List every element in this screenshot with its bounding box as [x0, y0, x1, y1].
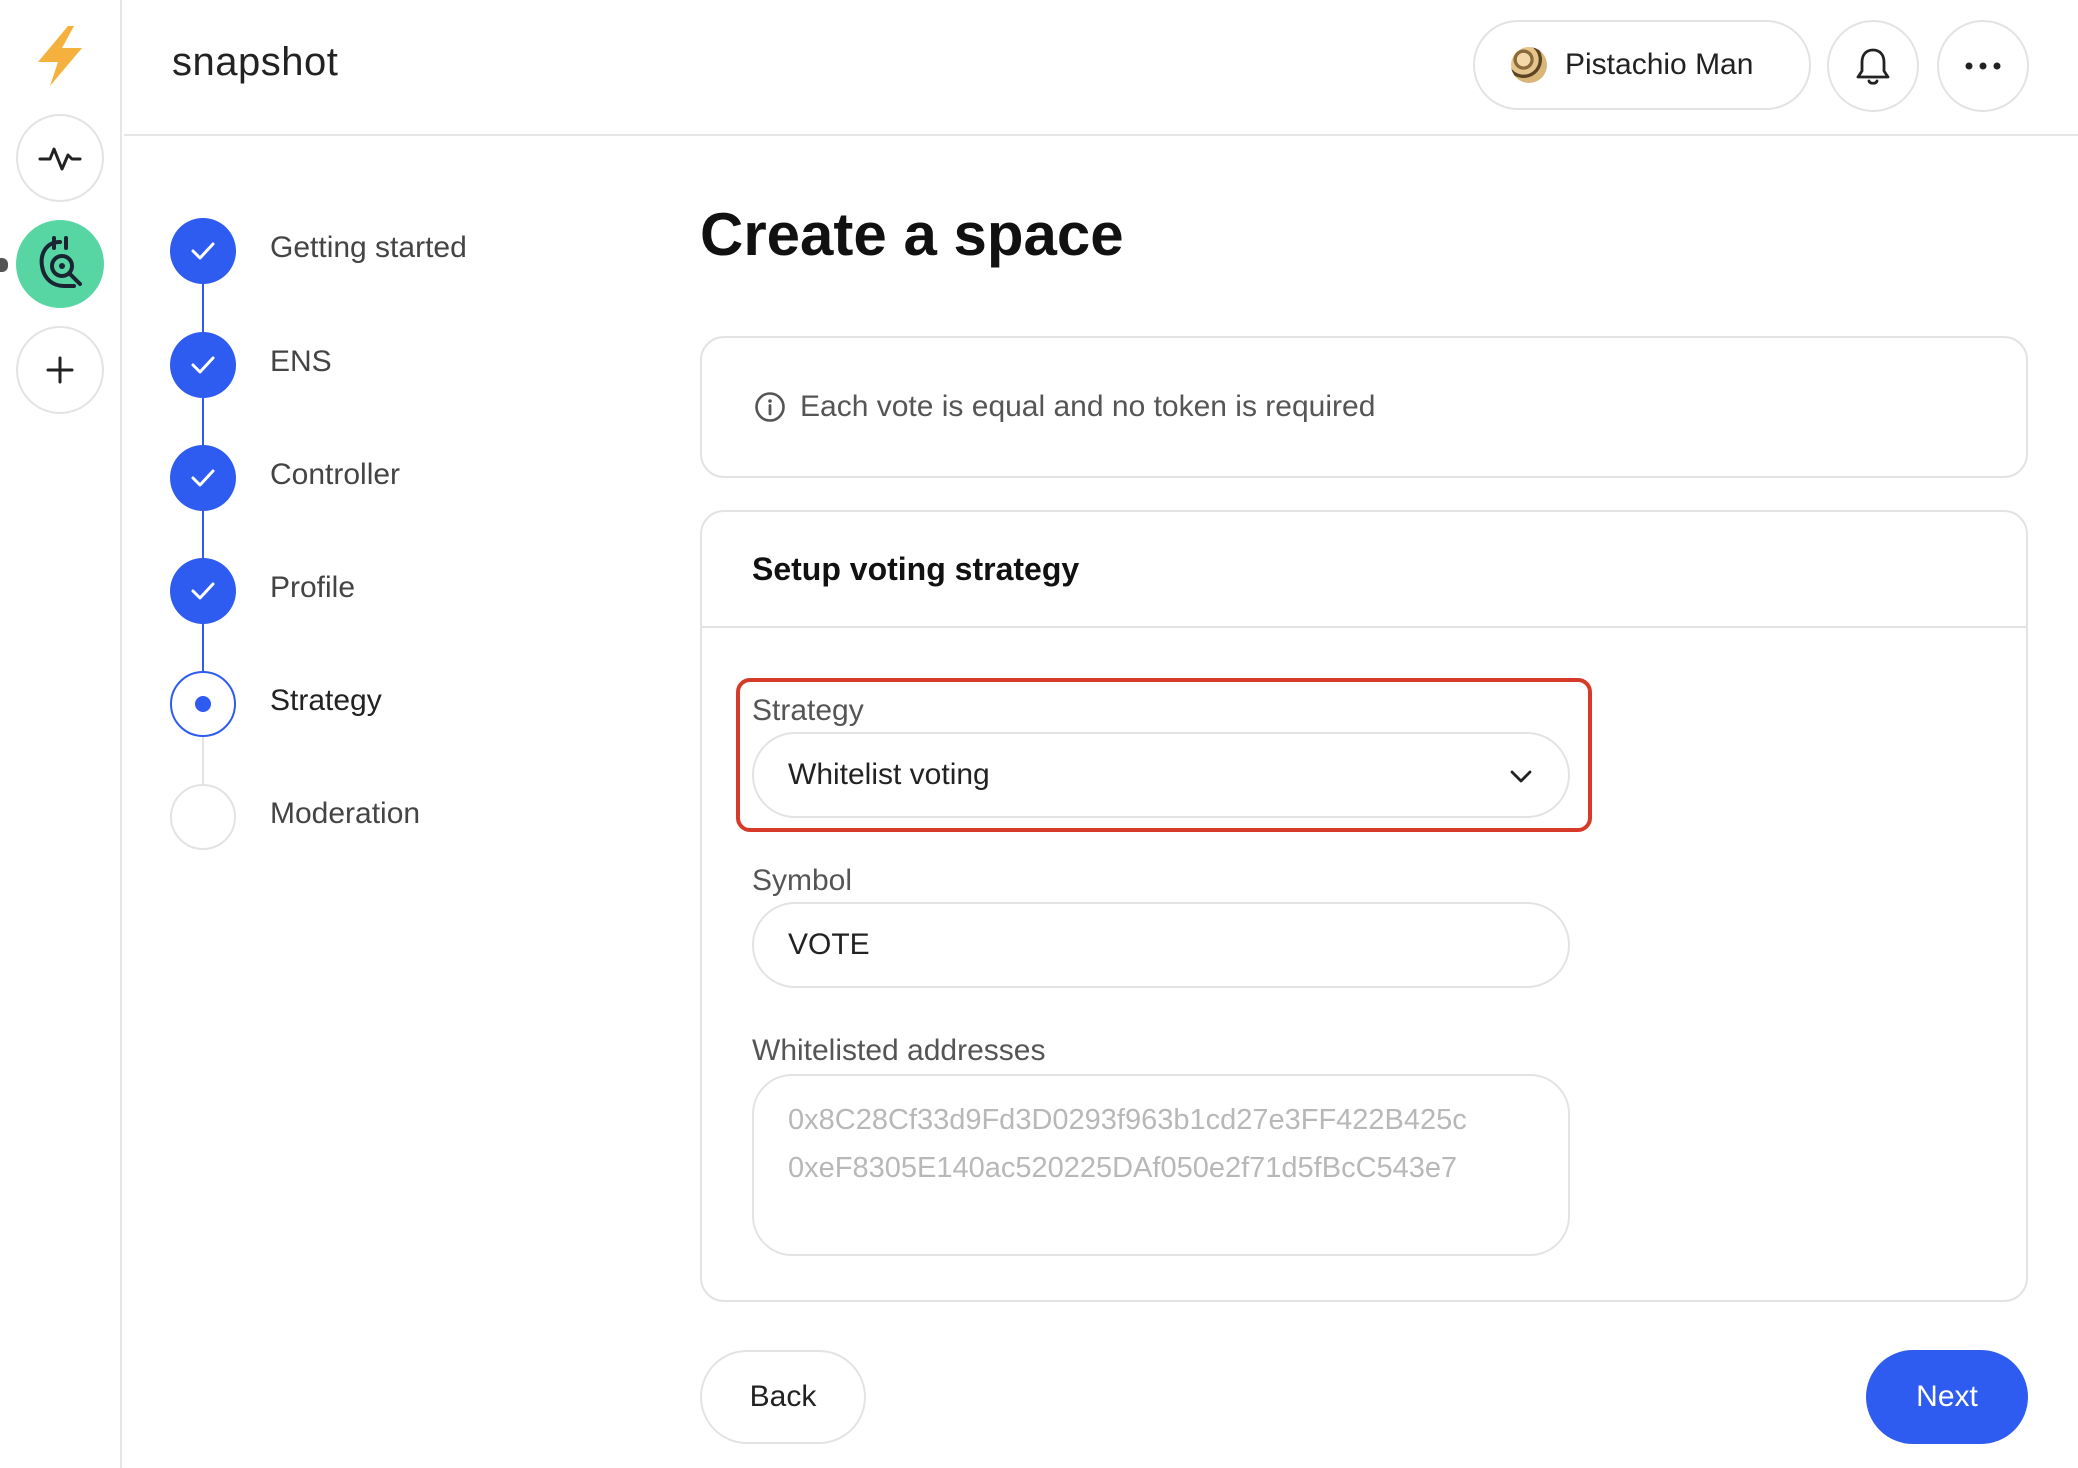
- space-avatar-icon: [39, 236, 82, 288]
- check-icon: [191, 469, 215, 487]
- notifications-button[interactable]: [1827, 20, 1919, 112]
- step-label: ENS: [270, 345, 332, 378]
- step-moderation[interactable]: Moderation: [170, 784, 590, 850]
- plus-icon: [46, 356, 74, 384]
- address-placeholder-line: 0x8C28Cf33d9Fd3D0293f963b1cd27e3FF422B42…: [788, 1104, 1467, 1136]
- check-icon: [191, 242, 215, 260]
- back-button[interactable]: Back: [700, 1350, 866, 1444]
- step-complete-indicator: [170, 332, 236, 398]
- step-label: Moderation: [270, 797, 421, 830]
- card-title: Setup voting strategy: [752, 550, 1080, 587]
- strategy-card: Setup voting strategy Strategy Whitelist…: [700, 510, 2028, 1302]
- step-label: Strategy: [270, 684, 382, 717]
- step-complete-indicator: [170, 445, 236, 511]
- step-connector: [202, 398, 204, 446]
- more-dots-icon: [1965, 62, 2001, 70]
- symbol-input[interactable]: VOTE: [752, 902, 1570, 988]
- whitelisted-addresses-textarea[interactable]: 0x8C28Cf33d9Fd3D0293f963b1cd27e3FF422B42…: [752, 1074, 1570, 1256]
- user-name: Pistachio Man: [1565, 48, 1754, 81]
- step-label: Getting started: [270, 231, 467, 264]
- info-card: Each vote is equal and no token is requi…: [700, 336, 2028, 478]
- add-space-button[interactable]: [16, 326, 104, 414]
- step-label: Profile: [270, 571, 356, 604]
- snapshot-logo-icon[interactable]: [30, 24, 90, 88]
- step-connector: [202, 624, 204, 672]
- strategy-select[interactable]: Whitelist voting: [752, 732, 1570, 818]
- step-connector: [202, 511, 204, 559]
- page-title: Create a space: [700, 201, 1124, 268]
- more-options-button[interactable]: [1937, 20, 2029, 112]
- strategy-label: Strategy: [752, 694, 864, 727]
- step-current-indicator: [170, 671, 236, 737]
- step-pending-indicator: [170, 784, 236, 850]
- bell-icon: [1856, 48, 1890, 85]
- activity-button[interactable]: [16, 114, 104, 202]
- space-avatar-button[interactable]: [16, 220, 104, 308]
- brand-name[interactable]: snapshot: [172, 40, 338, 85]
- step-profile[interactable]: Profile: [170, 558, 590, 624]
- symbol-label: Symbol: [752, 864, 853, 897]
- whitelisted-addresses-label: Whitelisted addresses: [752, 1034, 1046, 1067]
- address-placeholder-line: 0xeF8305E140ac520225DAf050e2f71d5fBcC543…: [788, 1152, 1458, 1184]
- check-icon: [191, 356, 215, 374]
- card-header: Setup voting strategy: [702, 512, 2026, 628]
- step-complete-indicator: [170, 558, 236, 624]
- user-avatar: [1511, 47, 1547, 83]
- activity-icon: [38, 147, 82, 171]
- info-text: Each vote is equal and no token is requi…: [800, 390, 1376, 423]
- info-icon: [755, 392, 785, 422]
- step-complete-indicator: [170, 218, 236, 284]
- step-connector: [202, 284, 204, 332]
- chevron-down-icon: [1510, 770, 1532, 783]
- strategy-selected-value: Whitelist voting: [788, 758, 990, 791]
- step-ens[interactable]: ENS: [170, 332, 590, 398]
- check-icon: [191, 582, 215, 600]
- account-button[interactable]: Pistachio Man: [1473, 20, 1811, 110]
- next-button[interactable]: Next: [1866, 1350, 2028, 1444]
- active-indicator: [0, 258, 8, 272]
- step-getting-started[interactable]: Getting started: [170, 218, 590, 284]
- top-header: snapshot Pistachio Man: [124, 0, 2078, 136]
- step-strategy[interactable]: Strategy: [170, 671, 590, 737]
- step-controller[interactable]: Controller: [170, 445, 590, 511]
- step-label: Controller: [270, 458, 401, 491]
- step-connector: [202, 737, 204, 785]
- left-rail: [0, 0, 122, 1468]
